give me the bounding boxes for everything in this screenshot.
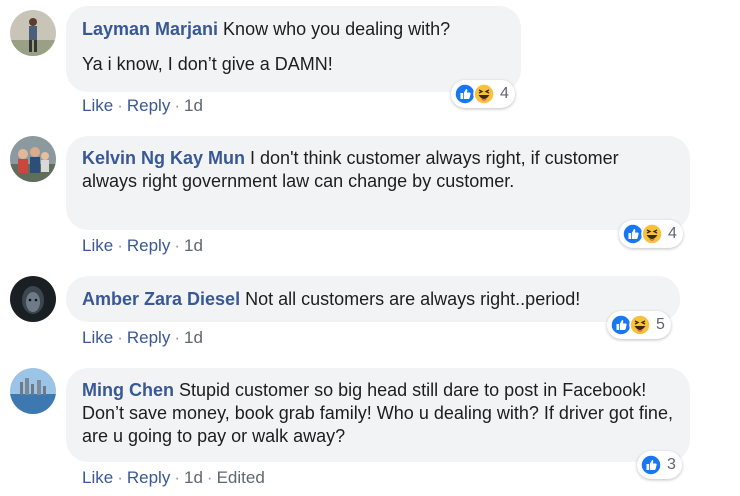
comment-text: Not all customers are always right..peri… [240,289,581,309]
reply-link[interactable]: Reply [127,468,170,487]
comment-actions: Like · Reply · 1d [82,328,203,348]
comment-body: Kelvin Ng Kay Mun I don't think customer… [82,147,674,193]
comment-body: Ming Chen Stupid customer so big head st… [82,379,674,448]
separator: · [206,468,213,487]
comment-feed: Layman Marjani Know who you dealing with… [0,0,740,496]
like-link[interactable]: Like [82,328,113,347]
avatar-photo [10,136,56,182]
separator: · [174,96,180,115]
separator: · [174,328,180,347]
reaction-summary[interactable]: 4 [451,80,515,108]
avatar-photo [10,276,56,322]
separator: · [117,328,123,347]
timestamp[interactable]: 1d [184,468,203,487]
separator: · [174,236,180,255]
timestamp[interactable]: 1d [184,328,203,347]
comment-bubble: Ming Chen Stupid customer so big head st… [66,368,690,462]
reaction-count: 5 [656,316,665,333]
avatar[interactable] [10,136,56,182]
avatar-photo [10,10,56,56]
like-icon [640,454,662,476]
reaction-count: 4 [668,225,677,242]
comment-author[interactable]: Layman Marjani [82,19,218,39]
comment-author[interactable]: Ming Chen [82,380,174,400]
avatar[interactable] [10,368,56,414]
edited-label[interactable]: Edited [217,468,265,487]
comment-bubble: Amber Zara Diesel Not all customers are … [66,276,680,322]
comment-actions: Like · Reply · 1d [82,236,203,256]
timestamp[interactable]: 1d [184,236,203,255]
comment-body: Amber Zara Diesel Not all customers are … [82,288,664,311]
comment-text: Know who you dealing with? [218,19,451,39]
separator: · [174,468,180,487]
comment-body: Layman Marjani Know who you dealing with… [82,18,505,41]
avatar[interactable] [10,276,56,322]
reply-link[interactable]: Reply [127,236,170,255]
like-link[interactable]: Like [82,236,113,255]
comment-bubble: Kelvin Ng Kay Mun I don't think customer… [66,136,690,230]
comment-actions: Like · Reply · 1d · Edited [82,468,265,488]
haha-icon [629,314,651,336]
reply-link[interactable]: Reply [127,328,170,347]
haha-icon [641,223,663,245]
comment-bubble: Layman Marjani Know who you dealing with… [66,6,521,92]
reaction-count: 4 [500,85,509,102]
comment-text-line-2: Ya i know, I don’t give a DAMN! [82,54,333,74]
reaction-count: 3 [667,456,676,473]
comment-actions: Like · Reply · 1d [82,96,203,116]
separator: · [117,468,123,487]
reply-link[interactable]: Reply [127,96,170,115]
timestamp[interactable]: 1d [184,96,203,115]
reaction-summary[interactable]: 3 [637,451,682,479]
comment-author[interactable]: Kelvin Ng Kay Mun [82,148,245,168]
reaction-summary[interactable]: 4 [619,220,683,248]
separator: · [117,236,123,255]
haha-icon [473,83,495,105]
like-link[interactable]: Like [82,468,113,487]
avatar[interactable] [10,10,56,56]
reaction-summary[interactable]: 5 [607,311,671,339]
separator: · [117,96,123,115]
avatar-photo [10,368,56,414]
like-link[interactable]: Like [82,96,113,115]
comment-author[interactable]: Amber Zara Diesel [82,289,240,309]
